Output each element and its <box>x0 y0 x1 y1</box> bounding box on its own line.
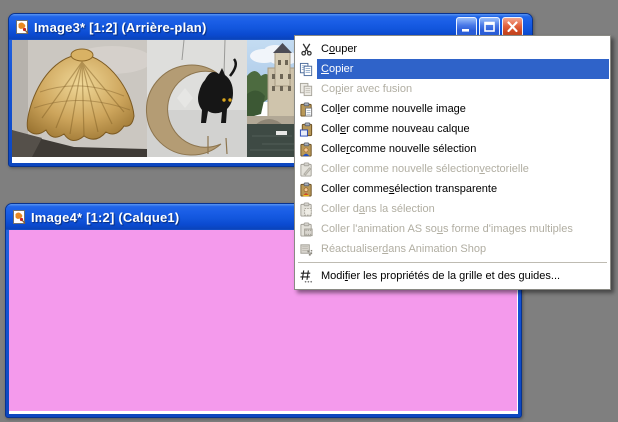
menu-item-label: Coll e r comme nouveau calque <box>321 123 470 135</box>
paste-new-layer-icon <box>296 119 317 139</box>
menu-item-coller-nouveau-calque[interactable]: Coll e r comme nouveau calque <box>296 119 609 139</box>
menu-item-reactualiser-animation-shop: Réactualiser d ans Animation Shop <box>296 239 609 259</box>
scissors-icon <box>296 39 317 59</box>
menu-item-label: Co uper <box>321 43 358 55</box>
close-button[interactable] <box>502 17 523 37</box>
menu-item-coller-nouvelle-image[interactable]: Col l er comme nouvelle image <box>296 99 609 119</box>
image3-window-controls <box>456 17 523 37</box>
copy-merged-icon <box>296 79 317 99</box>
menu-item-label: Réactualiser d ans Animation Shop <box>321 243 487 255</box>
menu-item-coller-animation-as: Coller l'animation AS so u s forme d'image… <box>296 219 609 239</box>
paste-animation-icon <box>296 219 317 239</box>
maximize-button[interactable] <box>479 17 500 37</box>
menu-item-coller-nouvelle-selection[interactable]: Colle r comme nouvelle sélection <box>296 139 609 159</box>
menu-item-copier[interactable]: Copier <box>296 59 609 79</box>
paste-vector-selection-icon <box>296 159 317 179</box>
menu-separator <box>298 262 607 263</box>
minimize-button[interactable] <box>456 17 477 37</box>
menu-item-label: Colle r comme nouvelle sélection <box>321 143 477 155</box>
menu-item-label: Co p ier avec fusion <box>321 83 413 95</box>
image4-title: Image4* [1:2] (Calque1) <box>31 209 180 225</box>
desktop: Image3* [1:2] (Arrière-plan) Image4* [1:… <box>0 0 618 422</box>
menu-item-copier-avec-fusion: Co p ier avec fusion <box>296 79 609 99</box>
paste-new-image-icon <box>296 99 317 119</box>
menu-item-label: Col l er comme nouvelle image <box>321 103 466 115</box>
copy-icon <box>296 59 317 79</box>
psp-image-icon <box>14 19 30 35</box>
context-menu: Co uper Copier Co p ier avec fusion Col l er … <box>294 35 611 290</box>
menu-item-coller-selection-transparente[interactable]: Coller comme s élection transparente <box>296 179 609 199</box>
refresh-animation-shop-icon <box>296 239 317 259</box>
menu-item-label: Coller comme nouvelle sélection v ectorie… <box>321 163 529 175</box>
menu-item-label: Coller l'animation AS so u s forme d'image… <box>321 223 573 235</box>
menu-item-modifier-proprietes-grille[interactable]: Modi f ier les propriétés de la grille et … <box>296 266 609 286</box>
psp-image-icon <box>11 209 27 225</box>
paste-into-selection-icon <box>296 199 317 219</box>
grid-properties-icon <box>296 266 317 286</box>
menu-item-couper[interactable]: Co uper <box>296 39 609 59</box>
menu-item-label: Copier <box>317 59 609 79</box>
image3-title: Image3* [1:2] (Arrière-plan) <box>34 19 207 35</box>
menu-item-coller-selection-vectorielle: Coller comme nouvelle sélection v ectorie… <box>296 159 609 179</box>
paste-transparent-selection-icon <box>296 179 317 199</box>
menu-item-label: Coller d a ns la sélection <box>321 203 435 215</box>
menu-item-label: Modi f ier les propriétés de la grille et … <box>321 270 561 282</box>
paste-new-selection-icon <box>296 139 317 159</box>
menu-item-label: Coller comme s élection transparente <box>321 183 498 195</box>
menu-item-coller-dans-selection: Coller d a ns la sélection <box>296 199 609 219</box>
